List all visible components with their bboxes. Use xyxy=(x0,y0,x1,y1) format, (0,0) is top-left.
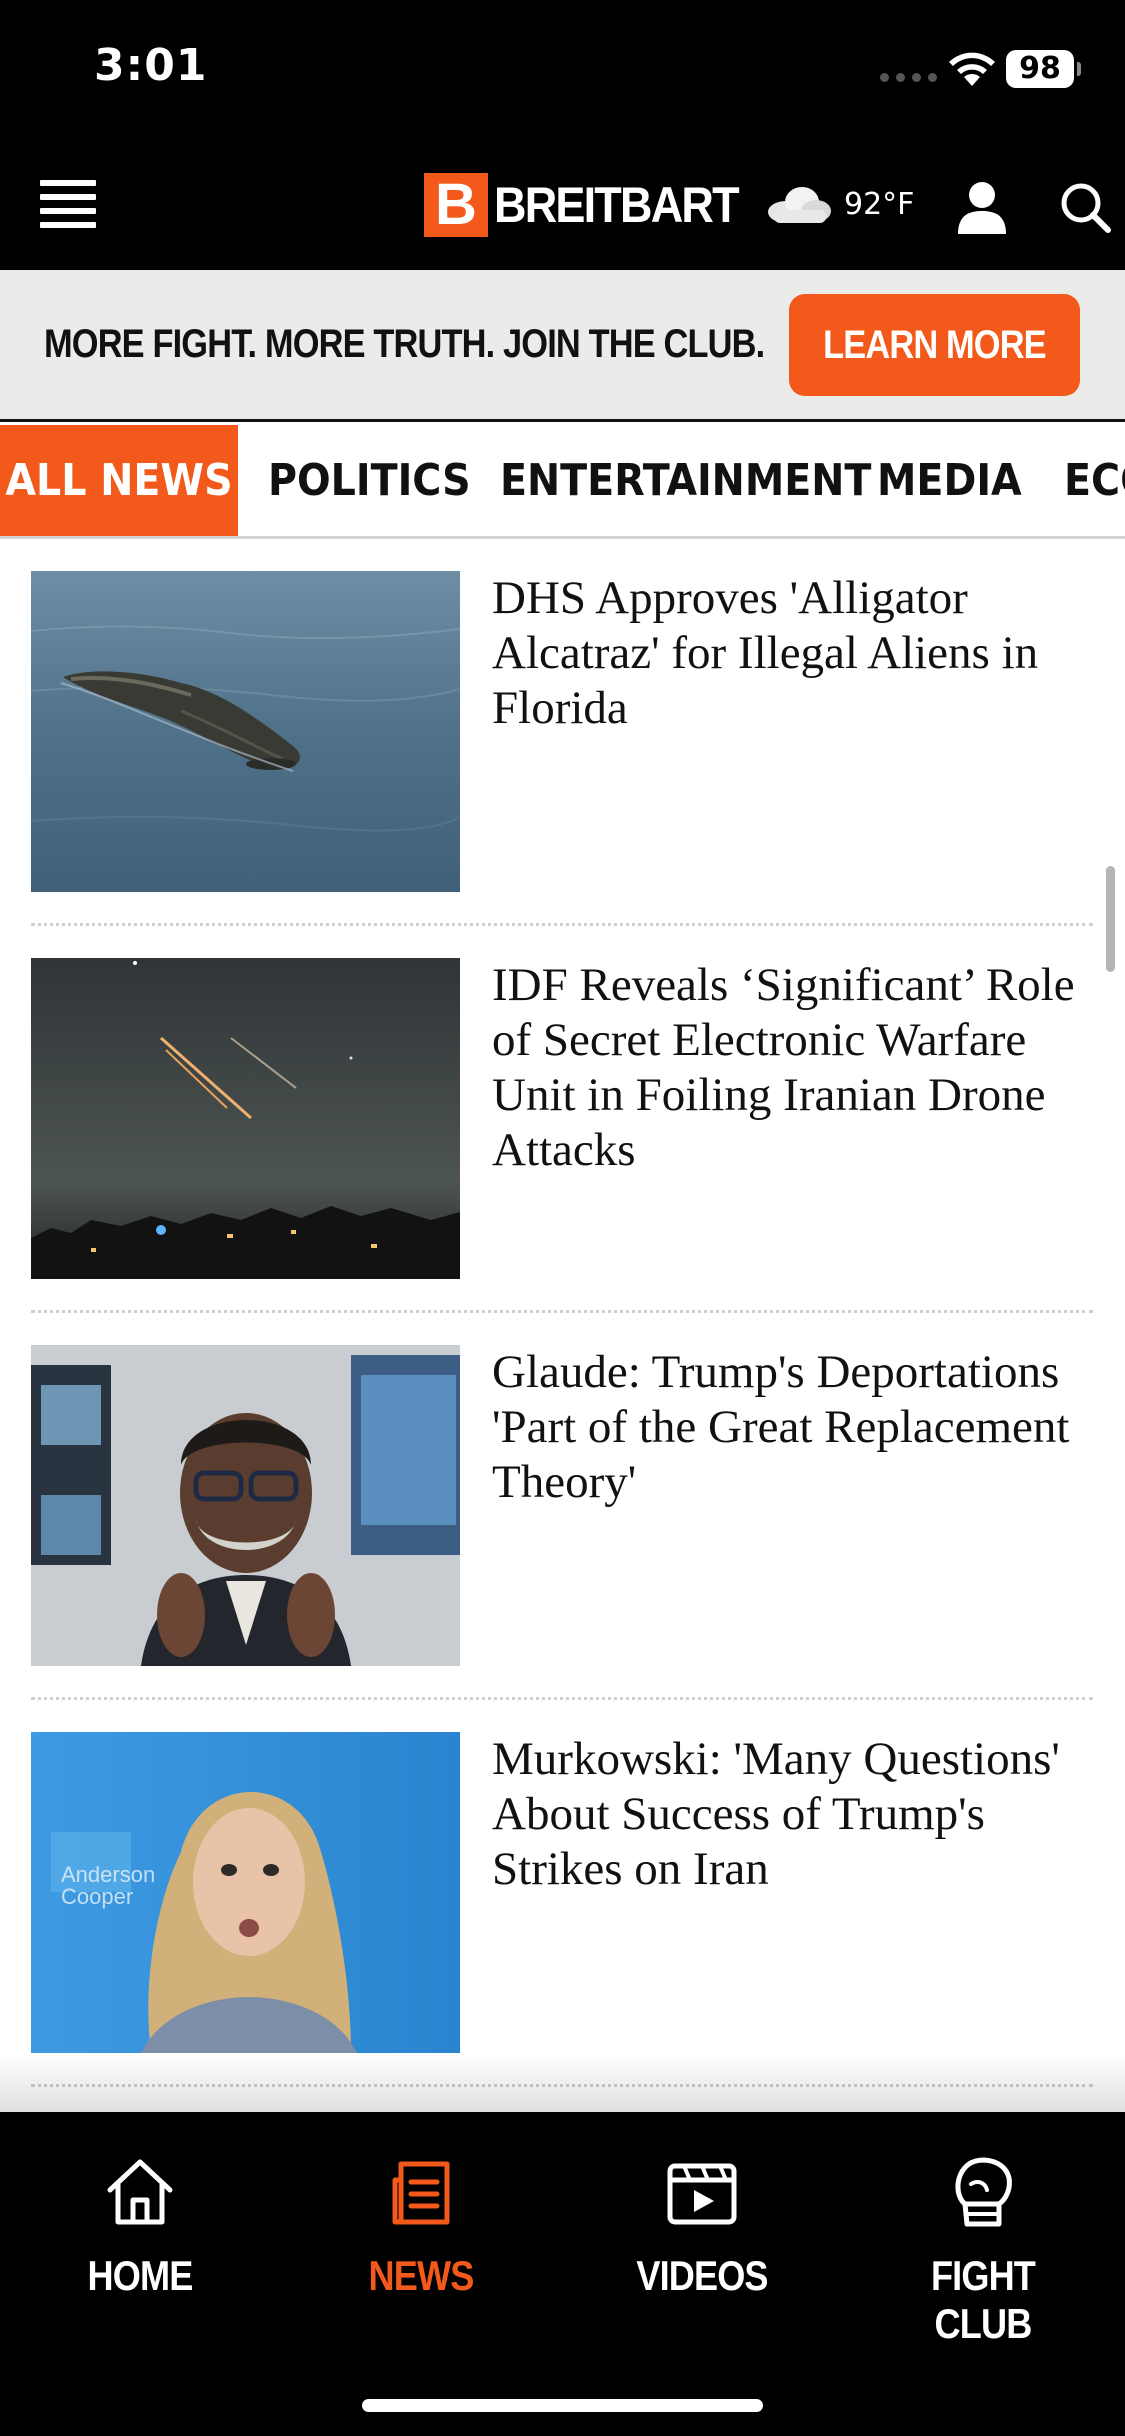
nav-videos-label: VIDEOS xyxy=(636,2252,768,2299)
menu-icon[interactable] xyxy=(40,176,96,232)
scrollbar[interactable] xyxy=(1106,866,1115,972)
article-item[interactable]: DHS Approves 'Alligator Alcatraz' for Il… xyxy=(0,571,1125,959)
cloud-icon xyxy=(768,187,831,223)
boxing-glove-icon xyxy=(955,2157,1012,2227)
news-icon xyxy=(392,2161,450,2225)
article-headline[interactable]: IDF Reveals ‘Significant’ Role of Secret… xyxy=(492,958,1092,1178)
article-item[interactable]: Glaude: Trump's Deportations 'Part of th… xyxy=(0,1345,1125,1733)
home-icon xyxy=(107,2159,173,2225)
app-header: B BREITBART 92°F xyxy=(0,140,1125,270)
tv-interview-woman-photo[interactable]: Anderson Cooper xyxy=(31,1732,460,2053)
brand-logo[interactable]: B BREITBART xyxy=(424,170,765,240)
category-tabs: ALL NEWS POLITICS ENTERTAINMENT MEDIA EC… xyxy=(0,425,1125,539)
status-bar: 3:01 98 xyxy=(0,0,1125,140)
tab-politics[interactable]: POLITICS xyxy=(268,425,471,536)
alligator-photo[interactable] xyxy=(31,571,460,892)
nav-news-label: NEWS xyxy=(368,2252,475,2299)
svg-text:Cooper: Cooper xyxy=(61,1884,133,1909)
brand-name: BREITBART xyxy=(494,177,740,233)
article-headline[interactable]: Murkowski: 'Many Questions' About Succes… xyxy=(492,1732,1092,1897)
nav-videos[interactable]: VIDEOS xyxy=(582,2152,822,2300)
learn-more-button[interactable]: LEARN MORE xyxy=(789,294,1080,396)
tab-economy[interactable]: ECO xyxy=(1064,425,1125,536)
nav-home-label: HOME xyxy=(87,2252,194,2299)
nav-home[interactable]: HOME xyxy=(20,2152,260,2300)
brand-mark: B xyxy=(424,173,488,237)
search-icon[interactable] xyxy=(1058,180,1112,234)
status-time: 3:01 xyxy=(94,40,208,91)
video-icon xyxy=(667,2163,737,2225)
article-item[interactable]: IDF Reveals ‘Significant’ Role of Secret… xyxy=(0,958,1125,1346)
article-headline[interactable]: DHS Approves 'Alligator Alcatraz' for Il… xyxy=(492,571,1092,736)
nav-fight-club-label: FIGHT CLUB xyxy=(930,2252,1036,2347)
cellular-signal-icon xyxy=(880,73,937,82)
wifi-icon xyxy=(949,52,995,86)
user-icon[interactable] xyxy=(956,180,1008,234)
divider xyxy=(31,1697,1093,1700)
bottom-navigation: HOME NEWS VIDEOS FIGHT CLUB xyxy=(0,2112,1125,2436)
temperature: 92°F xyxy=(844,186,915,222)
article-headline[interactable]: Glaude: Trump's Deportations 'Part of th… xyxy=(492,1345,1092,1510)
divider xyxy=(31,923,1093,926)
tab-all-news[interactable]: ALL NEWS xyxy=(0,425,238,536)
tab-media[interactable]: MEDIA xyxy=(877,425,1022,536)
bottom-fade xyxy=(0,2052,1125,2112)
weather-widget[interactable]: 92°F xyxy=(764,184,914,224)
divider xyxy=(31,1310,1093,1313)
nav-fight-club[interactable]: FIGHT CLUB xyxy=(863,2152,1103,2348)
tv-interview-man-photo[interactable] xyxy=(31,1345,460,1666)
promo-banner: MORE FIGHT. MORE TRUTH. JOIN THE CLUB. L… xyxy=(0,270,1125,422)
night-sky-missiles-photo[interactable] xyxy=(31,958,460,1279)
nav-news[interactable]: NEWS xyxy=(301,2152,541,2300)
tab-entertainment[interactable]: ENTERTAINMENT xyxy=(500,425,871,536)
learn-more-label: LEARN MORE xyxy=(823,323,1047,367)
home-indicator[interactable] xyxy=(362,2399,763,2412)
promo-text: MORE FIGHT. MORE TRUTH. JOIN THE CLUB. xyxy=(44,322,765,366)
battery-indicator: 98 xyxy=(1006,50,1081,88)
